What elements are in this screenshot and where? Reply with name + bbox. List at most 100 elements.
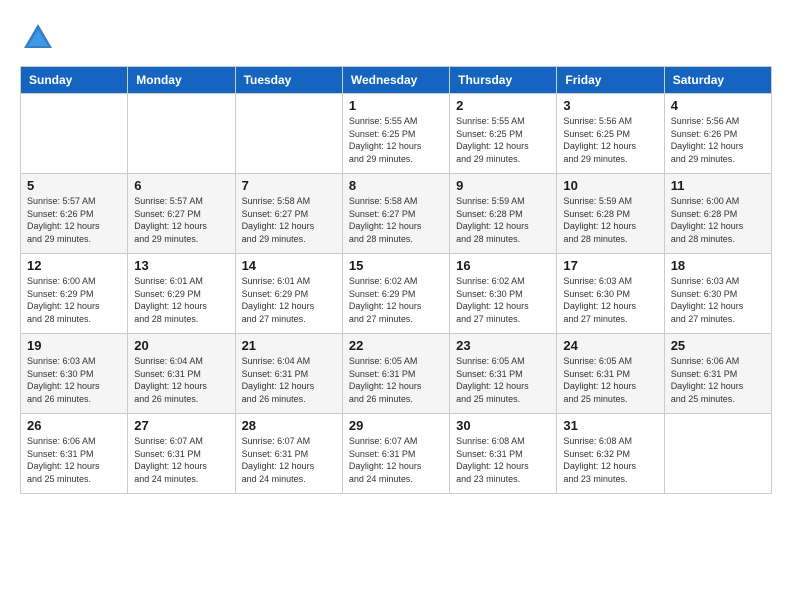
day-number: 27 <box>134 418 228 433</box>
calendar-cell: 20 Sunrise: 6:04 AM Sunset: 6:31 PM Dayli… <box>128 334 235 414</box>
calendar-header-row: SundayMondayTuesdayWednesdayThursdayFrid… <box>21 67 772 94</box>
day-info: Sunrise: 5:59 AM Sunset: 6:28 PM Dayligh… <box>563 195 657 245</box>
day-info: Sunrise: 6:05 AM Sunset: 6:31 PM Dayligh… <box>456 355 550 405</box>
day-info: Sunrise: 6:08 AM Sunset: 6:32 PM Dayligh… <box>563 435 657 485</box>
day-info: Sunrise: 5:56 AM Sunset: 6:25 PM Dayligh… <box>563 115 657 165</box>
calendar-cell: 7 Sunrise: 5:58 AM Sunset: 6:27 PM Daylig… <box>235 174 342 254</box>
calendar-cell: 9 Sunrise: 5:59 AM Sunset: 6:28 PM Daylig… <box>450 174 557 254</box>
calendar-cell: 17 Sunrise: 6:03 AM Sunset: 6:30 PM Dayli… <box>557 254 664 334</box>
calendar-week-1: 1Sunrise: 5:55 AM Sunset: 6:25 PM Daylig… <box>21 94 772 174</box>
day-info: Sunrise: 6:07 AM Sunset: 6:31 PM Dayligh… <box>349 435 443 485</box>
day-number: 5 <box>27 178 121 193</box>
day-number: 23 <box>456 338 550 353</box>
day-number: 3 <box>563 98 657 113</box>
calendar-cell: 6 Sunrise: 5:57 AM Sunset: 6:27 PM Daylig… <box>128 174 235 254</box>
day-info: Sunrise: 6:03 AM Sunset: 6:30 PM Dayligh… <box>671 275 765 325</box>
calendar-header-sunday: Sunday <box>21 67 128 94</box>
calendar-header-thursday: Thursday <box>450 67 557 94</box>
day-number: 26 <box>27 418 121 433</box>
day-info: Sunrise: 6:05 AM Sunset: 6:31 PM Dayligh… <box>563 355 657 405</box>
day-info: Sunrise: 6:03 AM Sunset: 6:30 PM Dayligh… <box>563 275 657 325</box>
day-number: 11 <box>671 178 765 193</box>
calendar-cell: 25 Sunrise: 6:06 AM Sunset: 6:31 PM Dayli… <box>664 334 771 414</box>
day-number: 17 <box>563 258 657 273</box>
calendar-week-3: 12 Sunrise: 6:00 AM Sunset: 6:29 PM Dayli… <box>21 254 772 334</box>
logo-icon <box>20 20 56 56</box>
calendar-header-wednesday: Wednesday <box>342 67 449 94</box>
day-info: Sunrise: 6:06 AM Sunset: 6:31 PM Dayligh… <box>671 355 765 405</box>
day-info: Sunrise: 5:58 AM Sunset: 6:27 PM Dayligh… <box>242 195 336 245</box>
calendar-week-4: 19 Sunrise: 6:03 AM Sunset: 6:30 PM Dayli… <box>21 334 772 414</box>
calendar-cell <box>235 94 342 174</box>
day-info: Sunrise: 6:00 AM Sunset: 6:29 PM Dayligh… <box>27 275 121 325</box>
calendar-week-2: 5 Sunrise: 5:57 AM Sunset: 6:26 PM Daylig… <box>21 174 772 254</box>
calendar-cell: 10 Sunrise: 5:59 AM Sunset: 6:28 PM Dayli… <box>557 174 664 254</box>
calendar-cell: 5 Sunrise: 5:57 AM Sunset: 6:26 PM Daylig… <box>21 174 128 254</box>
day-number: 20 <box>134 338 228 353</box>
day-info: Sunrise: 6:07 AM Sunset: 6:31 PM Dayligh… <box>242 435 336 485</box>
calendar-cell <box>664 414 771 494</box>
day-info: Sunrise: 5:57 AM Sunset: 6:26 PM Dayligh… <box>27 195 121 245</box>
day-number: 31 <box>563 418 657 433</box>
calendar-cell: 21Sunrise: 6:04 AM Sunset: 6:31 PM Dayli… <box>235 334 342 414</box>
day-info: Sunrise: 6:07 AM Sunset: 6:31 PM Dayligh… <box>134 435 228 485</box>
day-number: 13 <box>134 258 228 273</box>
calendar-cell: 8 Sunrise: 5:58 AM Sunset: 6:27 PM Daylig… <box>342 174 449 254</box>
day-info: Sunrise: 6:04 AM Sunset: 6:31 PM Dayligh… <box>134 355 228 405</box>
calendar-cell: 29Sunrise: 6:07 AM Sunset: 6:31 PM Dayli… <box>342 414 449 494</box>
day-number: 19 <box>27 338 121 353</box>
day-number: 18 <box>671 258 765 273</box>
day-info: Sunrise: 6:08 AM Sunset: 6:31 PM Dayligh… <box>456 435 550 485</box>
page-header <box>20 20 772 56</box>
calendar-cell: 23 Sunrise: 6:05 AM Sunset: 6:31 PM Dayli… <box>450 334 557 414</box>
day-info: Sunrise: 5:58 AM Sunset: 6:27 PM Dayligh… <box>349 195 443 245</box>
day-info: Sunrise: 5:55 AM Sunset: 6:25 PM Dayligh… <box>349 115 443 165</box>
day-number: 4 <box>671 98 765 113</box>
calendar-cell: 26 Sunrise: 6:06 AM Sunset: 6:31 PM Dayli… <box>21 414 128 494</box>
calendar-header-friday: Friday <box>557 67 664 94</box>
day-info: Sunrise: 6:03 AM Sunset: 6:30 PM Dayligh… <box>27 355 121 405</box>
day-number: 28 <box>242 418 336 433</box>
calendar-cell: 11 Sunrise: 6:00 AM Sunset: 6:28 PM Dayli… <box>664 174 771 254</box>
day-number: 6 <box>134 178 228 193</box>
calendar-header-tuesday: Tuesday <box>235 67 342 94</box>
day-info: Sunrise: 6:00 AM Sunset: 6:28 PM Dayligh… <box>671 195 765 245</box>
day-number: 14 <box>242 258 336 273</box>
day-number: 22 <box>349 338 443 353</box>
calendar-cell: 1Sunrise: 5:55 AM Sunset: 6:25 PM Daylig… <box>342 94 449 174</box>
day-number: 10 <box>563 178 657 193</box>
day-number: 12 <box>27 258 121 273</box>
calendar-cell: 24 Sunrise: 6:05 AM Sunset: 6:31 PM Dayli… <box>557 334 664 414</box>
day-info: Sunrise: 5:59 AM Sunset: 6:28 PM Dayligh… <box>456 195 550 245</box>
day-number: 25 <box>671 338 765 353</box>
day-number: 8 <box>349 178 443 193</box>
calendar-cell: 3 Sunrise: 5:56 AM Sunset: 6:25 PM Daylig… <box>557 94 664 174</box>
calendar-cell: 13 Sunrise: 6:01 AM Sunset: 6:29 PM Dayli… <box>128 254 235 334</box>
day-info: Sunrise: 5:56 AM Sunset: 6:26 PM Dayligh… <box>671 115 765 165</box>
calendar-cell: 28 Sunrise: 6:07 AM Sunset: 6:31 PM Dayli… <box>235 414 342 494</box>
calendar-cell: 2Sunrise: 5:55 AM Sunset: 6:25 PM Daylig… <box>450 94 557 174</box>
day-number: 21 <box>242 338 336 353</box>
day-number: 30 <box>456 418 550 433</box>
calendar-cell: 12 Sunrise: 6:00 AM Sunset: 6:29 PM Dayli… <box>21 254 128 334</box>
day-info: Sunrise: 6:06 AM Sunset: 6:31 PM Dayligh… <box>27 435 121 485</box>
day-number: 24 <box>563 338 657 353</box>
calendar-header-saturday: Saturday <box>664 67 771 94</box>
day-number: 16 <box>456 258 550 273</box>
calendar-cell <box>21 94 128 174</box>
day-info: Sunrise: 6:02 AM Sunset: 6:29 PM Dayligh… <box>349 275 443 325</box>
day-info: Sunrise: 5:55 AM Sunset: 6:25 PM Dayligh… <box>456 115 550 165</box>
calendar-cell: 4 Sunrise: 5:56 AM Sunset: 6:26 PM Daylig… <box>664 94 771 174</box>
calendar-cell: 14Sunrise: 6:01 AM Sunset: 6:29 PM Dayli… <box>235 254 342 334</box>
calendar-table: SundayMondayTuesdayWednesdayThursdayFrid… <box>20 66 772 494</box>
day-number: 9 <box>456 178 550 193</box>
calendar-week-5: 26 Sunrise: 6:06 AM Sunset: 6:31 PM Dayli… <box>21 414 772 494</box>
day-number: 7 <box>242 178 336 193</box>
day-info: Sunrise: 6:05 AM Sunset: 6:31 PM Dayligh… <box>349 355 443 405</box>
day-info: Sunrise: 5:57 AM Sunset: 6:27 PM Dayligh… <box>134 195 228 245</box>
day-info: Sunrise: 6:02 AM Sunset: 6:30 PM Dayligh… <box>456 275 550 325</box>
day-info: Sunrise: 6:01 AM Sunset: 6:29 PM Dayligh… <box>134 275 228 325</box>
day-number: 15 <box>349 258 443 273</box>
calendar-cell: 30 Sunrise: 6:08 AM Sunset: 6:31 PM Dayli… <box>450 414 557 494</box>
calendar-cell: 27 Sunrise: 6:07 AM Sunset: 6:31 PM Dayli… <box>128 414 235 494</box>
